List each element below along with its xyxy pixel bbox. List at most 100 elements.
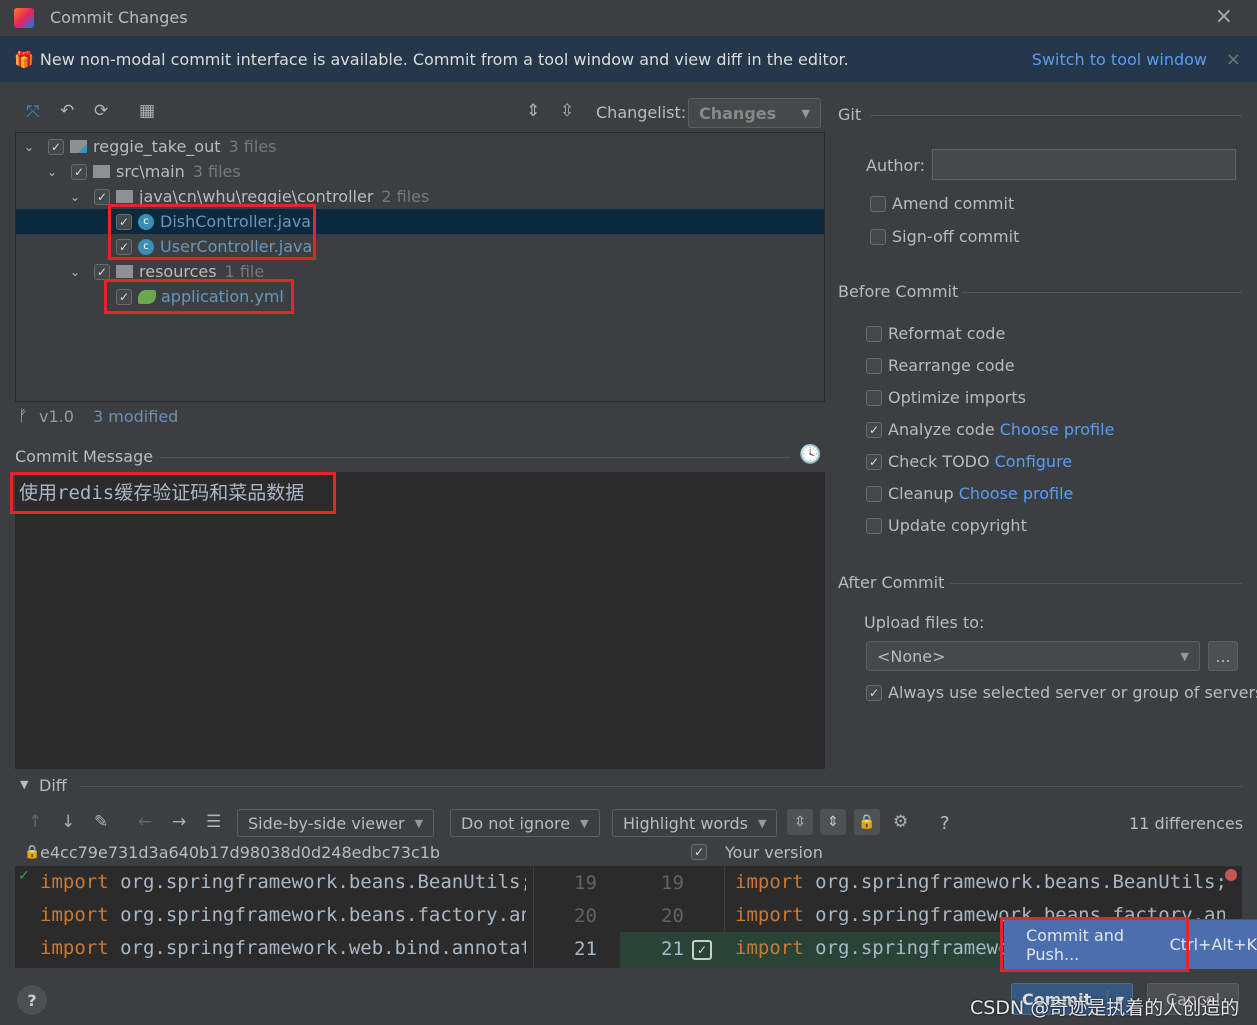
history-clock-icon[interactable]: 🕓	[799, 444, 821, 465]
right-code-line: import org.springframework.beans.BeanUti…	[735, 871, 1225, 893]
watermark: CSDN @奇迹是执着的人创造的	[970, 997, 1240, 1019]
option-label: Analyze code	[888, 420, 995, 439]
folder-icon	[116, 265, 133, 278]
app-logo-icon	[14, 8, 34, 28]
signoff-label: Sign-off commit	[892, 227, 1020, 246]
no-errors-check-icon: ✓	[18, 868, 30, 884]
checkbox[interactable]: ✓	[94, 188, 110, 205]
before-commit-option[interactable]: ✓ Check TODO Configure	[866, 452, 1072, 471]
sync-scroll-icon[interactable]: ⇕	[820, 809, 846, 835]
option-link[interactable]: Configure	[995, 452, 1073, 471]
right-version-title: Your version	[725, 843, 823, 862]
edit-source-icon[interactable]: ✎	[94, 812, 108, 832]
left-line-number: 19	[574, 872, 597, 894]
branch-name[interactable]: v1.0	[39, 407, 74, 426]
diff-collapse-icon[interactable]: ▼	[20, 778, 28, 791]
option-label: Optimize imports	[888, 388, 1026, 407]
checkbox[interactable]: ✓	[866, 453, 882, 470]
before-commit-option[interactable]: Rearrange code	[866, 356, 1015, 375]
rollback-icon[interactable]: ↶	[60, 101, 74, 121]
right-line-number: 20	[661, 905, 684, 927]
upload-server-value: <None>	[877, 646, 946, 666]
before-commit-option[interactable]: Reformat code	[866, 324, 1005, 343]
collapse-all-icon[interactable]: ⇳	[560, 101, 574, 121]
node-label: src\main	[116, 162, 185, 181]
tree-node-src-main[interactable]: ⌄ ✓ src\main 3 files	[16, 159, 824, 184]
viewer-value: Side-by-side viewer	[248, 813, 405, 833]
option-label: Update copyright	[888, 516, 1027, 535]
commit-message-label: Commit Message	[15, 447, 154, 466]
option-link[interactable]: Choose profile	[959, 484, 1074, 503]
upload-server-dropdown[interactable]: <None> ▼	[866, 641, 1200, 671]
option-link[interactable]: Choose profile	[1000, 420, 1115, 439]
left-code-line: import org.springframework.web.bind.anno…	[40, 937, 526, 959]
differences-count: 11 differences	[1129, 814, 1244, 833]
highlight-dropdown[interactable]: Highlight words ▼	[612, 809, 778, 837]
group-by-icon[interactable]: ▦	[139, 101, 155, 121]
ignore-dropdown[interactable]: Do not ignore ▼	[450, 809, 600, 837]
checkbox[interactable]	[866, 389, 882, 406]
checkbox[interactable]: ✓	[71, 163, 87, 180]
node-label: reggie_take_out	[93, 137, 221, 156]
include-all-checkbox[interactable]: ✓	[691, 844, 707, 860]
changes-tree: ⌄ ✓ reggie_take_out 3 files ⌄ ✓ src\main 3 fil…	[15, 132, 825, 402]
signoff-commit-checkbox[interactable]: Sign-off commit	[870, 227, 1019, 246]
tree-node-project[interactable]: ⌄ ✓ reggie_take_out 3 files	[16, 134, 824, 159]
ignore-value: Do not ignore	[461, 813, 571, 833]
commit-message-input[interactable]: 使用redis缓存验证码和菜品数据	[15, 472, 825, 769]
prev-difference-icon[interactable]: ↑	[28, 812, 42, 832]
branch-icon: ᚠ	[18, 406, 28, 425]
next-difference-icon[interactable]: ↓	[61, 812, 75, 832]
highlight-value: Highlight words	[623, 813, 748, 833]
collapse-icon[interactable]: ⤧	[26, 102, 40, 122]
settings-gear-icon[interactable]: ⚙	[893, 812, 908, 832]
banner-close-button[interactable]: ×	[1226, 49, 1241, 70]
node-count: 3 files	[192, 162, 241, 181]
option-label: Reformat code	[888, 324, 1006, 343]
before-commit-option[interactable]: Cleanup Choose profile	[866, 484, 1073, 503]
lock-icon[interactable]: 🔒	[854, 809, 880, 835]
line-21-include-checkbox[interactable]: ✓	[692, 940, 712, 960]
modified-count[interactable]: 3 modified	[93, 407, 178, 426]
expand-all-icon[interactable]: ⇕	[526, 101, 540, 121]
amend-commit-checkbox[interactable]: Amend commit	[870, 194, 1014, 213]
readonly-lock-icon: 🔒	[24, 845, 41, 860]
checkbox[interactable]	[866, 325, 882, 342]
left-code-line: import org.springframework.beans.BeanUti…	[40, 871, 526, 893]
folder-icon	[116, 190, 133, 203]
gift-icon: 🎁	[14, 49, 34, 69]
prev-file-icon[interactable]: ←	[138, 812, 152, 832]
viewer-dropdown[interactable]: Side-by-side viewer ▼	[237, 809, 435, 837]
author-input[interactable]	[932, 149, 1236, 180]
title-bar: Commit Changes ×	[0, 0, 1257, 36]
before-commit-option[interactable]: Optimize imports	[866, 388, 1026, 407]
before-commit-option[interactable]: ✓ Analyze code Choose profile	[866, 420, 1114, 439]
always-use-server-checkbox[interactable]: ✓ Always use selected server or group of …	[866, 683, 1257, 702]
changelist-value: Changes	[699, 103, 777, 123]
collapse-unchanged-icon[interactable]: ⇳	[787, 809, 813, 835]
after-commit-title: After Commit	[838, 573, 945, 592]
left-code-line: import org.springframework.beans.factory…	[40, 904, 526, 926]
checkbox[interactable]: ✓	[48, 138, 64, 155]
next-file-icon[interactable]: →	[172, 812, 186, 832]
checkbox[interactable]	[866, 485, 882, 502]
switch-to-tool-window-link[interactable]: Switch to tool window	[1032, 50, 1207, 69]
changelist-label: Changelist:	[596, 103, 687, 122]
changelist-dropdown[interactable]: Changes ▼	[688, 98, 821, 128]
highlight-box	[1000, 917, 1189, 972]
option-label: Check TODO	[888, 452, 990, 471]
diff-help-button[interactable]: ?	[940, 813, 950, 834]
right-line-number: 21	[661, 938, 684, 960]
checkbox[interactable]	[866, 517, 882, 534]
help-button[interactable]: ?	[17, 985, 47, 1015]
browse-servers-button[interactable]: ...	[1208, 641, 1238, 671]
before-commit-option[interactable]: Update copyright	[866, 516, 1027, 535]
checkbox[interactable]	[866, 357, 882, 374]
refresh-icon[interactable]: ⟳	[94, 101, 108, 121]
checkbox[interactable]: ✓	[866, 421, 882, 438]
close-window-button[interactable]: ×	[1215, 4, 1233, 29]
node-count: 3 files	[228, 137, 277, 156]
viewer-settings-icon[interactable]: ☰	[206, 812, 221, 832]
option-label: Cleanup	[888, 484, 954, 503]
checkbox[interactable]: ✓	[94, 263, 110, 280]
